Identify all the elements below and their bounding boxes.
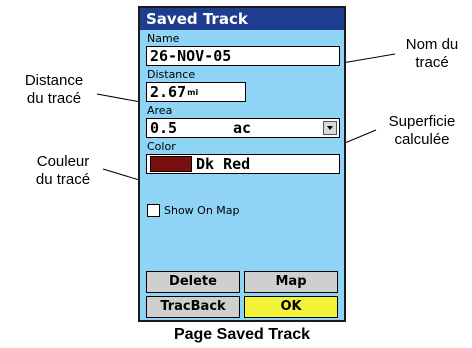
map-button[interactable]: Map xyxy=(244,271,338,293)
show-on-map-label: Show On Map xyxy=(164,204,240,217)
name-label: Name xyxy=(147,32,180,45)
color-value: Dk Red xyxy=(196,155,251,173)
area-unit: ac xyxy=(233,119,252,137)
saved-track-page: Saved Track Name 26-NOV-05 Distance 2.67… xyxy=(138,6,346,322)
area-unit-dropdown-icon[interactable] xyxy=(323,121,337,135)
distance-field: 2.67mi xyxy=(146,82,246,102)
area-field[interactable]: 0.5 ac xyxy=(146,118,340,138)
area-callout-line2: calculée xyxy=(394,131,450,148)
distance-label: Distance xyxy=(147,68,196,81)
page-title: Saved Track xyxy=(140,8,344,30)
tracback-button[interactable]: TracBack xyxy=(146,296,240,318)
area-callout-line1: Superficie xyxy=(388,113,456,130)
area-value: 0.5 xyxy=(150,119,178,137)
distance-callout: Distance du tracé xyxy=(2,72,106,108)
figure-caption: Page Saved Track xyxy=(173,326,311,343)
color-label: Color xyxy=(147,140,176,153)
ok-button[interactable]: OK xyxy=(244,296,338,318)
name-value: 26-NOV-05 xyxy=(150,47,232,65)
color-callout-line1: Couleur xyxy=(36,153,90,170)
distance-unit: mi xyxy=(187,88,199,97)
distance-callout-line2: du tracé xyxy=(26,90,82,107)
name-callout-line1: Nom du xyxy=(405,36,459,53)
show-on-map-checkbox[interactable] xyxy=(147,204,160,217)
color-callout: Couleur du tracé xyxy=(18,153,108,189)
color-swatch xyxy=(150,155,192,172)
distance-callout-line1: Distance xyxy=(24,72,84,89)
delete-button[interactable]: Delete xyxy=(146,271,240,293)
color-callout-line2: du tracé xyxy=(35,171,91,188)
name-field[interactable]: 26-NOV-05 xyxy=(146,46,340,66)
area-label: Area xyxy=(147,104,173,117)
name-callout: Nom du tracé xyxy=(393,36,471,72)
name-callout-line2: tracé xyxy=(415,54,449,71)
color-field[interactable]: Dk Red xyxy=(146,154,340,174)
distance-value: 2.67 xyxy=(150,83,187,101)
area-callout: Superficie calculée xyxy=(374,113,470,149)
